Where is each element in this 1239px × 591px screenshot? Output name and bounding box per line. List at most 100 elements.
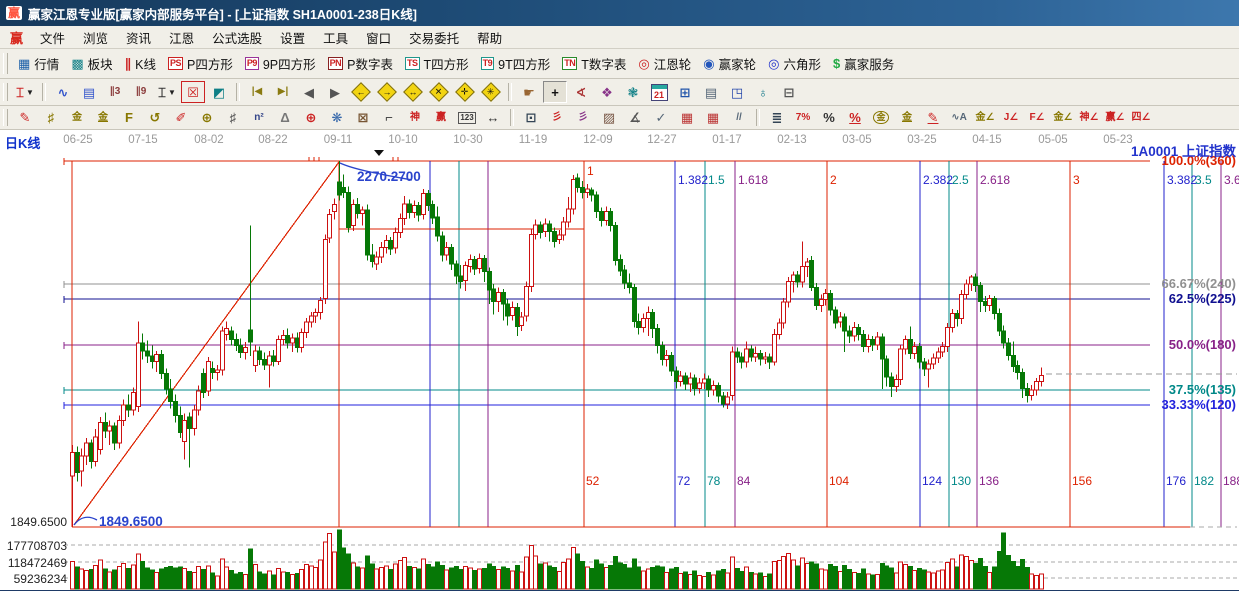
- shen-angle-tool-button[interactable]: 神∠: [1077, 107, 1101, 129]
- web-tool-button[interactable]: ♁: [751, 81, 775, 103]
- spiral-line-tool-button[interactable]: ↺: [143, 107, 167, 129]
- shift-left-diamond-button[interactable]: ←: [349, 81, 373, 103]
- first-page-button[interactable]: |◀: [245, 81, 269, 103]
- pen-tool-button[interactable]: ✎: [13, 107, 37, 129]
- f-angle-tool-button[interactable]: F∠: [1025, 107, 1049, 129]
- crosshair-tool-button[interactable]: +: [543, 81, 567, 103]
- menu-item-tools[interactable]: 工具: [314, 26, 357, 48]
- gold-circle-tool-button[interactable]: 金: [869, 107, 893, 129]
- expand-diamond-button[interactable]: ↔: [401, 81, 425, 103]
- menu-item-formula-stock-pick[interactable]: 公式选股: [203, 26, 271, 48]
- gold-line2-tool-button[interactable]: 金: [91, 107, 115, 129]
- ying-tool-button[interactable]: 赢: [429, 107, 453, 129]
- ruler-123-tool-button[interactable]: 123: [455, 107, 479, 129]
- prev-bar-button[interactable]: ◀: [297, 81, 321, 103]
- f-line-tool-button[interactable]: F: [117, 107, 141, 129]
- width-arrows-tool-button[interactable]: ↔: [481, 107, 505, 129]
- menu-item-window[interactable]: 窗口: [357, 26, 400, 48]
- candle-style-dropdown-button[interactable]: ⌶▼: [155, 81, 179, 103]
- spiral-tool-button[interactable]: ❃: [621, 81, 645, 103]
- winner-wheel-label: 赢家轮: [719, 54, 757, 73]
- winner-wheel-button[interactable]: ◉赢家轮: [697, 49, 762, 77]
- bracket-tool-button[interactable]: ⌐: [377, 107, 401, 129]
- fit-diamond-button[interactable]: ✳: [479, 81, 503, 103]
- percent-under-tool-button[interactable]: %: [843, 107, 867, 129]
- kline-button[interactable]: ∥K线: [119, 49, 162, 77]
- wave-check-tool-button[interactable]: ✓: [649, 107, 673, 129]
- sectors-button[interactable]: ▩板块: [65, 49, 118, 77]
- target-circle-tool-button[interactable]: ⊕: [299, 107, 323, 129]
- menu-item-news[interactable]: 资讯: [117, 26, 160, 48]
- last-page-button[interactable]: ▶|: [271, 81, 295, 103]
- next-bar-button[interactable]: ▶: [323, 81, 347, 103]
- menu-item-gann[interactable]: 江恩: [160, 26, 203, 48]
- hash-lines-tool-button[interactable]: ♯: [221, 107, 245, 129]
- grid-red-tool-button[interactable]: ▦: [675, 107, 699, 129]
- winner-service-button[interactable]: $赢家服务: [827, 49, 900, 77]
- print-tool-button[interactable]: ⊟: [777, 81, 801, 103]
- hexagon-button[interactable]: ◎六角形: [762, 49, 827, 77]
- hatch-diag-tool-button[interactable]: //: [727, 107, 751, 129]
- menu-item-trade-entrust[interactable]: 交易委托: [400, 26, 468, 48]
- chart-area[interactable]: 06-2507-1508-0208-2209-1110-1010-3011-19…: [0, 130, 1239, 591]
- pen-ruler-tool-button[interactable]: ✎: [921, 107, 945, 129]
- percent-tool-button[interactable]: %: [817, 107, 841, 129]
- save-tool-button[interactable]: ◳: [725, 81, 749, 103]
- j-angle-tool-button[interactable]: J∠: [999, 107, 1023, 129]
- angle-lines-tool-button[interactable]: ∡: [623, 107, 647, 129]
- shift-right-diamond-button[interactable]: →: [375, 81, 399, 103]
- menu-item-browse[interactable]: 浏览: [74, 26, 117, 48]
- web-square-tool-button[interactable]: ⊠: [351, 107, 375, 129]
- bars-3-tool-button[interactable]: ∥3: [103, 81, 127, 103]
- fan-red-tool-button[interactable]: 彡: [545, 107, 569, 129]
- t-square-button[interactable]: TST四方形: [399, 49, 475, 77]
- gann-wheel-button[interactable]: ◎江恩轮: [632, 49, 697, 77]
- p-square-button[interactable]: PSP四方形: [162, 49, 239, 77]
- n-squared-tool-button[interactable]: n²: [247, 107, 271, 129]
- gann-wheel-small-tool-button[interactable]: ❖: [595, 81, 619, 103]
- menu-item-help[interactable]: 帮助: [468, 26, 511, 48]
- menu-app-icon[interactable]: 赢: [2, 28, 31, 47]
- t-number-table-button[interactable]: TNT数字表: [556, 49, 632, 77]
- percent-7-tool-button[interactable]: 7%: [791, 107, 815, 129]
- notes-tool-button[interactable]: ▤: [699, 81, 723, 103]
- web-circle-tool-button[interactable]: ❋: [325, 107, 349, 129]
- period-dropdown-button[interactable]: ⌶▼: [13, 81, 37, 103]
- pen2-tool-button[interactable]: ✐: [169, 107, 193, 129]
- gold-line-tool-button[interactable]: 金: [65, 107, 89, 129]
- grid-red2-tool-button[interactable]: ▦: [701, 107, 725, 129]
- circle-cross-tool-button[interactable]: ⊕: [195, 107, 219, 129]
- angle-measure-tool-button[interactable]: ∢: [569, 81, 593, 103]
- trend-curve-tool-button[interactable]: ∿: [51, 81, 75, 103]
- kline-chart-canvas[interactable]: 06-2507-1508-0208-2209-1110-1010-3011-19…: [0, 130, 1239, 591]
- compress-diamond-button[interactable]: ✕: [427, 81, 451, 103]
- wave-a-tool-button[interactable]: ∿A: [947, 107, 971, 129]
- fan-purple-tool-button[interactable]: 彡: [571, 107, 595, 129]
- calculator-tool-button[interactable]: ⊞: [673, 81, 697, 103]
- gold-angle-tool-button[interactable]: 金∠: [1051, 107, 1075, 129]
- hand-tool-button[interactable]: ☛: [517, 81, 541, 103]
- gold-under-tool-button[interactable]: 金: [895, 107, 919, 129]
- wave-x-tool-button[interactable]: ☒: [181, 81, 205, 103]
- si-angle-tool-button[interactable]: 四∠: [1129, 107, 1153, 129]
- color-flag-tool-button[interactable]: ◩: [207, 81, 231, 103]
- bars-9-tool-button[interactable]: ∥9: [129, 81, 153, 103]
- cross-arrows-diamond-button[interactable]: ✛: [453, 81, 477, 103]
- menu-item-settings[interactable]: 设置: [271, 26, 314, 48]
- info-panel-tool-button[interactable]: ▤: [77, 81, 101, 103]
- ying-angle-tool-button[interactable]: 赢∠: [1103, 107, 1127, 129]
- calendar-tool-button[interactable]: 21: [647, 81, 671, 103]
- shen-tool-button[interactable]: 神: [403, 107, 427, 129]
- angle-a-tool-button[interactable]: Δ: [273, 107, 297, 129]
- 9p-square-button[interactable]: P99P四方形: [239, 49, 322, 77]
- box-select-tool-button[interactable]: ⊡: [519, 107, 543, 129]
- quotes-button[interactable]: ▦行情: [12, 49, 65, 77]
- 9t-square-button[interactable]: T99T四方形: [475, 49, 557, 77]
- p-number-table-button[interactable]: PNP数字表: [322, 49, 399, 77]
- scale-bar-tool-button[interactable]: ≣: [765, 107, 789, 129]
- line-grid-tool-button[interactable]: ♯: [39, 107, 63, 129]
- gold-angle0-tool-button[interactable]: 金∠: [973, 107, 997, 129]
- menu-item-file[interactable]: 文件: [31, 26, 74, 48]
- info-panel-tool-icon: ▤: [83, 86, 95, 99]
- box-hatch-tool-button[interactable]: ▨: [597, 107, 621, 129]
